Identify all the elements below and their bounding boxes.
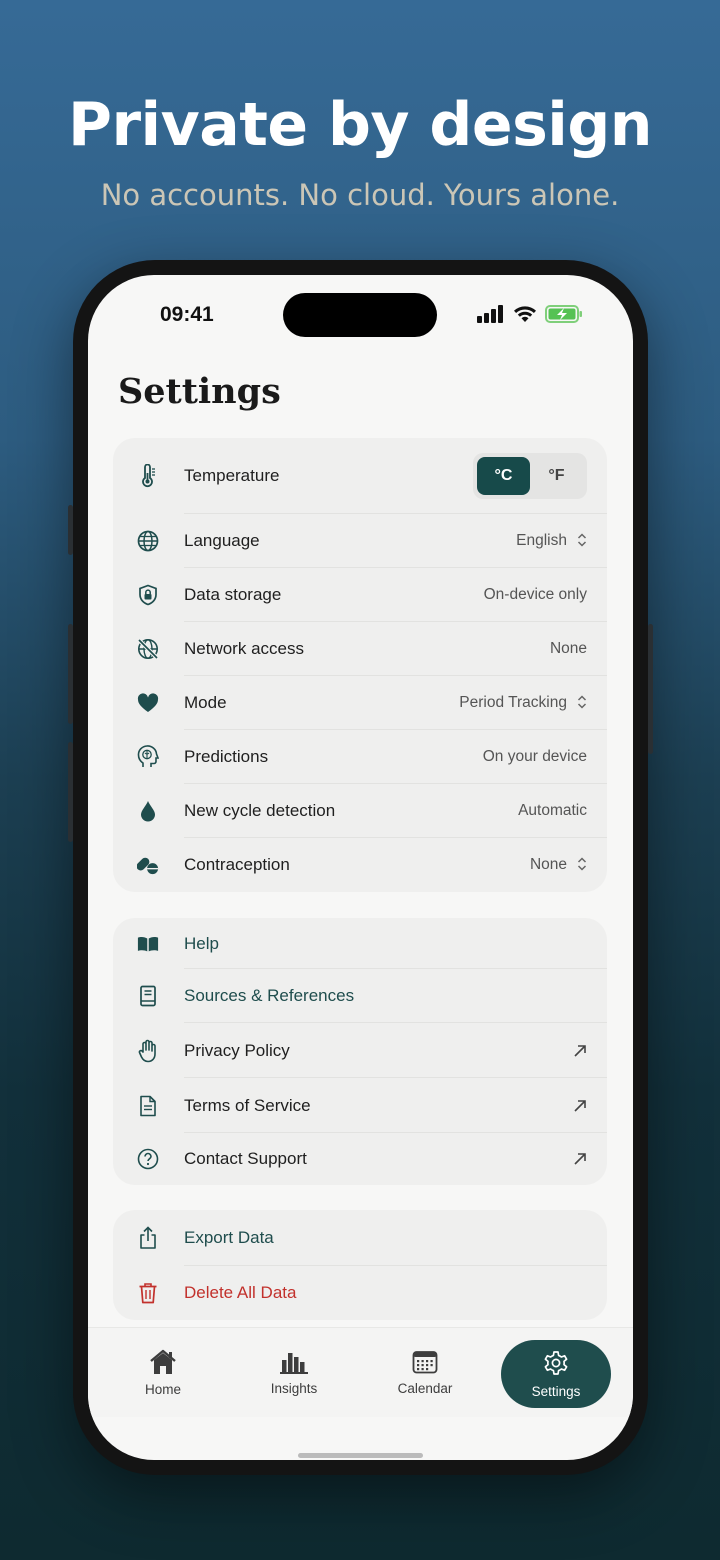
network-access-value: None	[549, 640, 587, 657]
mode-value[interactable]: Period Tracking	[459, 694, 587, 712]
external-link-icon	[573, 1099, 587, 1113]
contraception-label: Contraception	[184, 855, 290, 874]
predictions-row: Predictions On your device	[113, 730, 607, 784]
question-circle-icon	[137, 1148, 159, 1170]
chevron-up-down-icon	[577, 857, 587, 873]
temperature-unit-toggle[interactable]: °C °F	[473, 453, 587, 499]
data-storage-label: Data storage	[184, 585, 282, 604]
language-label: Language	[184, 531, 260, 550]
delete-data-row[interactable]: Delete All Data	[113, 1266, 607, 1320]
sources-label: Sources & References	[184, 986, 355, 1005]
privacy-policy-row[interactable]: Privacy Policy	[113, 1023, 607, 1078]
house-icon	[148, 1349, 178, 1378]
chevron-up-down-icon	[577, 533, 587, 549]
book-open-icon	[137, 933, 159, 955]
terms-row[interactable]: Terms of Service	[113, 1078, 607, 1133]
drop-icon	[137, 800, 159, 822]
chevron-up-down-icon	[577, 695, 587, 711]
home-indicator	[298, 1453, 423, 1458]
tab-home[interactable]: Home	[108, 1328, 218, 1418]
page-title: Settings	[118, 371, 281, 412]
phone-power-button	[648, 624, 653, 754]
network-access-label: Network access	[184, 639, 304, 658]
mode-row[interactable]: Mode Period Tracking	[113, 676, 607, 730]
tab-settings[interactable]: Settings	[501, 1340, 611, 1408]
shield-lock-icon	[137, 584, 159, 606]
mode-label: Mode	[184, 693, 227, 712]
heart-icon	[137, 692, 159, 714]
external-link-icon	[573, 1044, 587, 1058]
phone-action-button	[68, 505, 73, 555]
contraception-value[interactable]: None	[530, 856, 587, 874]
pills-icon	[137, 854, 159, 876]
status-time: 09:41	[160, 303, 214, 326]
temperature-row: Temperature °C °F	[113, 438, 607, 514]
head-brain-icon	[137, 745, 159, 768]
thermometer-icon	[137, 464, 159, 488]
contact-support-label: Contact Support	[184, 1149, 307, 1168]
language-row[interactable]: Language English	[113, 514, 607, 568]
trash-icon	[137, 1282, 159, 1304]
phone-screen: 09:41 Settings Temperature °C °F Languag…	[88, 275, 633, 1460]
dynamic-island	[283, 293, 437, 337]
hand-raised-icon	[137, 1039, 159, 1062]
mode-value-text: Period Tracking	[459, 694, 567, 711]
fahrenheit-option[interactable]: °F	[530, 457, 583, 495]
terms-label: Terms of Service	[184, 1095, 311, 1115]
phone-volume-up-button	[68, 624, 73, 724]
promo-headline: Private by design	[67, 90, 653, 160]
gear-icon	[542, 1349, 570, 1380]
contact-support-row[interactable]: Contact Support	[113, 1133, 607, 1185]
help-row[interactable]: Help	[113, 918, 607, 969]
sources-row[interactable]: Sources & References	[113, 969, 607, 1023]
tab-home-label: Home	[144, 1382, 181, 1397]
battery-charging-icon	[545, 305, 583, 328]
phone-volume-down-button	[68, 742, 73, 842]
book-closed-icon	[137, 985, 159, 1007]
tab-insights[interactable]: Insights	[239, 1328, 349, 1418]
language-value-text: English	[516, 532, 567, 549]
contraception-value-text: None	[529, 856, 567, 873]
export-data-label: Export Data	[184, 1228, 274, 1247]
calendar-icon	[412, 1350, 438, 1377]
temperature-label: Temperature	[184, 466, 280, 485]
tab-calendar[interactable]: Calendar	[370, 1328, 480, 1418]
bar-chart-icon	[280, 1350, 308, 1377]
tab-bar: Home Insights Calendar Settings	[88, 1327, 633, 1417]
globe-icon	[137, 530, 159, 552]
predictions-value: On your device	[482, 748, 587, 765]
tab-calendar-label: Calendar	[397, 1381, 453, 1396]
privacy-policy-label: Privacy Policy	[184, 1040, 290, 1060]
preferences-card: Temperature °C °F Language English Data …	[113, 438, 607, 892]
predictions-label: Predictions	[184, 747, 269, 766]
export-data-row[interactable]: Export Data	[113, 1210, 607, 1266]
contraception-row[interactable]: Contraception None	[113, 838, 607, 892]
data-actions-card: Export Data Delete All Data	[113, 1210, 607, 1320]
share-icon	[137, 1226, 159, 1249]
network-access-row: Network access None	[113, 622, 607, 676]
signal-icon	[477, 305, 505, 328]
delete-data-label: Delete All Data	[184, 1283, 297, 1302]
document-icon	[137, 1095, 159, 1117]
new-cycle-row: New cycle detection Automatic	[113, 784, 607, 838]
language-value[interactable]: English	[516, 532, 587, 550]
tab-insights-label: Insights	[270, 1381, 318, 1396]
new-cycle-value: Automatic	[518, 802, 587, 819]
wifi-icon	[513, 305, 537, 328]
new-cycle-label: New cycle detection	[184, 801, 336, 820]
status-icons	[477, 305, 583, 328]
promo-subhead: No accounts. No cloud. Yours alone.	[100, 178, 620, 212]
celsius-option[interactable]: °C	[477, 457, 530, 495]
help-label: Help	[184, 933, 219, 953]
info-links-card: Help Sources & References Privacy Policy…	[113, 918, 607, 1185]
external-link-icon	[573, 1152, 587, 1166]
data-storage-value: On-device only	[483, 586, 587, 603]
tab-settings-label: Settings	[531, 1384, 581, 1399]
globe-off-icon	[137, 638, 159, 660]
data-storage-row: Data storage On-device only	[113, 568, 607, 622]
